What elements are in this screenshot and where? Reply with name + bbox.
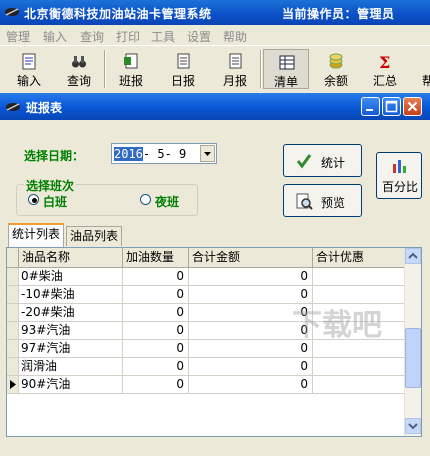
triangle-right-icon — [10, 380, 16, 389]
toolbar-list-button[interactable]: 清单 — [263, 49, 309, 89]
chevron-up-icon — [408, 252, 418, 259]
app-title: 北京衡德科技加油站油卡管理系统 — [24, 7, 212, 21]
column-header-quantity[interactable]: 加油数量 — [123, 248, 189, 267]
tab-stats-list[interactable]: 统计列表 — [8, 223, 64, 247]
binoculars-icon — [72, 56, 86, 68]
document-icon — [229, 53, 242, 69]
toolbar-query-button[interactable]: 查询 — [56, 49, 102, 89]
table-row[interactable]: 0#柴油 0 0 — [7, 268, 405, 286]
sigma-icon: Σ — [379, 53, 390, 70]
date-picker[interactable]: 2016- 5- 9 — [111, 143, 217, 164]
chevron-down-icon — [204, 152, 211, 156]
toolbar-daily-report-button[interactable]: 日报 — [160, 49, 206, 89]
column-header-oil-name[interactable]: 油品名称 — [19, 248, 123, 267]
column-header-discount[interactable]: 合计优惠 — [313, 248, 405, 267]
minimize-icon — [366, 109, 373, 111]
menu-item-print[interactable]: 打印 — [116, 28, 140, 45]
toolbar-monthly-report-button[interactable]: 月报 — [212, 49, 258, 89]
toolbar-balance-button[interactable]: 余额 — [313, 49, 359, 89]
document-icon — [124, 53, 138, 69]
menu-item-help[interactable]: 帮助 — [223, 28, 247, 45]
shift-report-title: 班报表 — [26, 101, 63, 115]
date-year-segment[interactable]: 2016 — [114, 147, 143, 161]
chevron-down-icon — [408, 423, 418, 430]
app-title-bar: 北京衡德科技加油站油卡管理系统 当前操作员：管理员 — [0, 0, 430, 25]
scroll-thumb[interactable] — [405, 328, 421, 388]
menu-item-query[interactable]: 查询 — [80, 28, 104, 45]
menu-item-input[interactable]: 输入 — [43, 28, 67, 45]
shift-group-label: 选择班次 — [24, 177, 77, 194]
list-icon — [279, 55, 295, 70]
menu-item-manage[interactable]: 管理 — [6, 28, 30, 45]
maximize-icon — [385, 100, 398, 113]
watermark: 下载吧 — [292, 308, 382, 343]
table-row[interactable]: 润滑油 0 0 — [7, 358, 405, 376]
app-logo-icon — [5, 8, 19, 16]
menu-item-tools[interactable]: 工具 — [151, 28, 175, 45]
close-icon — [407, 101, 418, 112]
app-logo-icon — [6, 103, 20, 111]
toolbar-input-button[interactable]: 输入 — [6, 49, 52, 89]
tab-oil-list[interactable]: 油品列表 — [66, 226, 122, 246]
date-dropdown-button[interactable] — [200, 145, 215, 162]
date-month-day-segment[interactable]: - 5- 9 — [143, 147, 186, 161]
grid-header: 油品名称 加油数量 合计金额 合计优惠 — [7, 248, 405, 268]
scroll-up-button[interactable] — [405, 248, 421, 264]
stats-button[interactable]: 统计 — [283, 144, 362, 177]
shift-day-label: 白班 — [43, 195, 68, 209]
document-icon — [177, 53, 190, 69]
toolbar-help-button[interactable]: 帮 — [412, 49, 430, 89]
percent-button[interactable]: 百分比 — [376, 152, 422, 199]
shift-report-window: 班报表 选择日期： 2016- 5- 9 选择班次 白班 夜班 统计 预览 百分… — [0, 93, 430, 456]
bar-chart-icon — [393, 160, 406, 173]
notepad-icon — [22, 53, 36, 70]
maximize-button[interactable] — [382, 97, 401, 116]
toolbar: 输入 查询 班报 日报 月报 清单 余额 Σ 汇总 帮 — [0, 45, 430, 94]
magnifier-document-icon — [296, 193, 313, 210]
grid-vertical-scrollbar[interactable] — [404, 248, 421, 436]
operator-label: 当前操作员：管理员 — [282, 7, 395, 21]
svg-text:Σ: Σ — [379, 53, 390, 70]
close-button[interactable] — [403, 97, 422, 116]
toolbar-shift-report-button[interactable]: 班报 — [108, 49, 154, 89]
scroll-down-button[interactable] — [405, 418, 421, 434]
date-label: 选择日期： — [24, 149, 85, 163]
current-row-indicator — [7, 376, 19, 393]
preview-button[interactable]: 预览 — [283, 184, 362, 217]
menu-bar: 管理 输入 查询 打印 工具 设置 帮助 — [0, 25, 430, 45]
column-header-amount[interactable]: 合计金额 — [189, 248, 313, 267]
shift-report-title-bar: 班报表 — [0, 93, 430, 120]
date-value[interactable]: 2016- 5- 9 — [114, 147, 186, 161]
table-row[interactable]: 90#汽油 0 0 — [7, 376, 405, 394]
menu-item-settings[interactable]: 设置 — [187, 28, 211, 45]
minimize-button[interactable] — [361, 97, 380, 116]
coins-icon — [329, 53, 343, 69]
toolbar-summary-button[interactable]: Σ 汇总 — [362, 49, 408, 89]
shift-night-label: 夜班 — [155, 195, 180, 209]
checkmark-icon — [296, 154, 312, 169]
